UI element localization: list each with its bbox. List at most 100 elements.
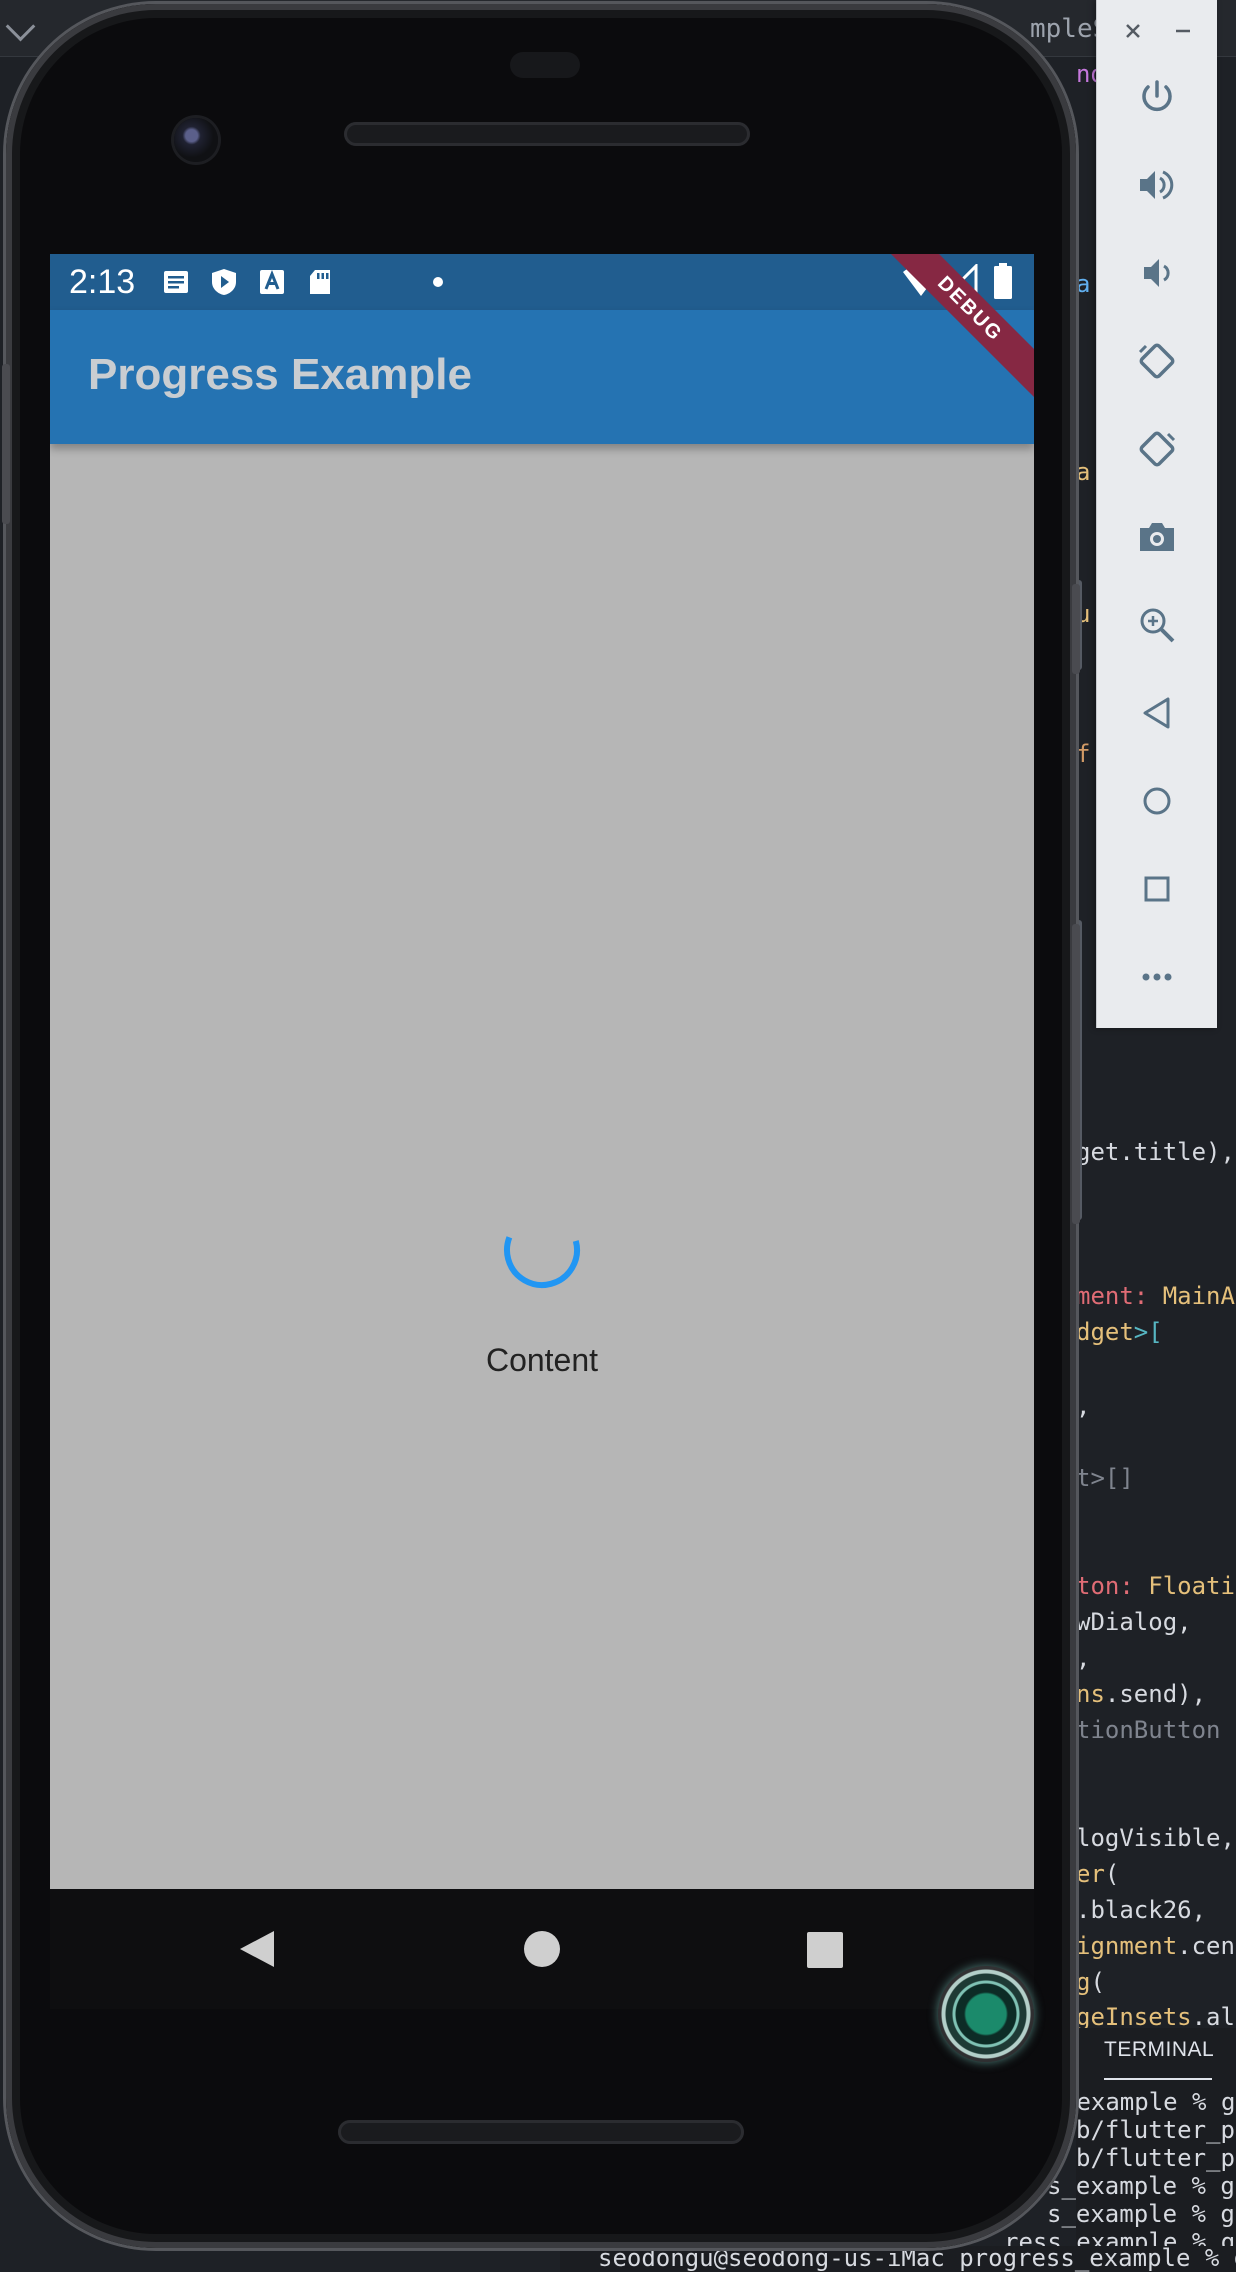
code-token: tionButton xyxy=(1076,1716,1221,1744)
code-line: ignment.cen xyxy=(1076,1932,1235,1960)
nav-back-button[interactable] xyxy=(186,1889,326,2009)
code-token: MainA xyxy=(1162,1282,1235,1310)
code-token: ns xyxy=(1076,1680,1105,1708)
code-line: tionButton xyxy=(1076,1716,1221,1744)
more-icon xyxy=(1142,973,1172,981)
code-token: f xyxy=(1076,740,1091,768)
minimize-icon[interactable] xyxy=(1168,16,1198,46)
toolbar-button-volume-down[interactable] xyxy=(1097,232,1217,312)
code-line: a xyxy=(1076,270,1090,298)
page-title: Progress Example xyxy=(88,350,472,399)
tab-terminal-underline xyxy=(1104,2078,1212,2080)
code-token: dget xyxy=(1076,1318,1134,1346)
phone-side-button xyxy=(2,364,10,524)
code-line: geInsets.al xyxy=(1076,2003,1235,2031)
bottom-speaker xyxy=(338,2120,744,2144)
code-token: >[ xyxy=(1133,1318,1163,1346)
zoom-icon xyxy=(1140,608,1175,643)
toolbar-button-more[interactable] xyxy=(1097,936,1217,1016)
status-bar: 2:13 xyxy=(50,254,1034,310)
tab-terminal[interactable]: TERMINAL xyxy=(1104,2038,1214,2062)
font-a-icon xyxy=(260,269,284,294)
home-icon xyxy=(1143,787,1171,815)
chevron-down-icon[interactable] xyxy=(5,11,36,42)
phone-screen: 2:13 Progress Example DEBUG Content xyxy=(50,254,1034,1889)
code-token: t>[] xyxy=(1076,1464,1134,1492)
code-line: er( xyxy=(1076,1860,1119,1888)
toolbar-button-power[interactable] xyxy=(1097,56,1217,136)
front-camera xyxy=(174,118,218,162)
battery-icon xyxy=(994,263,1012,299)
code-line: ment: MainA xyxy=(1076,1282,1235,1310)
camera-icon xyxy=(1140,523,1174,551)
power-icon xyxy=(1142,80,1172,112)
code-token: ton: xyxy=(1076,1572,1149,1600)
code-token: ( xyxy=(1104,1860,1120,1888)
code-line: t>[] xyxy=(1076,1464,1134,1492)
sd-card-icon xyxy=(310,270,330,294)
rotate-right-icon xyxy=(1139,431,1176,467)
home-icon xyxy=(524,1931,560,1967)
back-icon xyxy=(1143,697,1170,729)
toolbar-button-zoom[interactable] xyxy=(1097,584,1217,664)
code-token: logVisible, xyxy=(1076,1824,1235,1852)
code-token: , xyxy=(1076,1392,1091,1420)
system-nav-bar xyxy=(50,1889,1034,2009)
volume-down-icon xyxy=(1144,259,1170,287)
terminal-last-line: seodongu@seodong-us-iMac progress_exampl… xyxy=(598,2244,1236,2272)
code-line: get.title), xyxy=(1076,1138,1235,1166)
emulator-toolbar xyxy=(1096,0,1217,1028)
code-token: ment: xyxy=(1076,1282,1163,1310)
back-icon xyxy=(240,1931,274,1967)
code-line: .black26, xyxy=(1076,1896,1206,1924)
code-line: f xyxy=(1076,740,1090,768)
assistant-bubble-icon[interactable] xyxy=(938,1966,1034,2062)
content-area: Content xyxy=(50,444,1034,1889)
code-line: logVisible, xyxy=(1076,1824,1235,1852)
content-label: Content xyxy=(485,1342,599,1378)
phone-volume-button xyxy=(1072,924,1080,1224)
code-token: a xyxy=(1076,458,1091,486)
toolbar-button-home[interactable] xyxy=(1097,760,1217,840)
terminal-line: _example % gi xyxy=(1062,2088,1236,2116)
code-token: g xyxy=(1076,1968,1091,1996)
code-token: er xyxy=(1076,1860,1105,1888)
code-token: wDialog, xyxy=(1076,1608,1192,1636)
phone-power-button xyxy=(1072,584,1080,674)
toolbar-button-volume-up[interactable] xyxy=(1097,144,1217,224)
toolbar-button-back[interactable] xyxy=(1097,672,1217,752)
terminal-line: b/flutter_pr xyxy=(1076,2144,1236,2172)
code-line: , xyxy=(1076,1392,1090,1420)
code-token: , xyxy=(1076,1644,1091,1672)
proximity-sensor xyxy=(510,52,580,78)
progress-spinner xyxy=(504,1212,580,1288)
code-token: get.title), xyxy=(1076,1138,1235,1166)
earpiece-speaker xyxy=(344,122,750,146)
message-icon xyxy=(164,271,188,293)
code-token: ignment xyxy=(1076,1932,1178,1960)
toolbar-button-rotate-left[interactable] xyxy=(1097,320,1217,400)
terminal-line: s_example % gi xyxy=(1047,2200,1236,2228)
status-time: 2:13 xyxy=(69,263,136,301)
toolbar-button-overview[interactable] xyxy=(1097,848,1217,928)
code-line: ton: Floati xyxy=(1076,1572,1235,1600)
dot-icon xyxy=(433,277,443,287)
code-token: geInsets xyxy=(1076,2003,1192,2031)
code-token: .al xyxy=(1191,2003,1235,2031)
code-token: .send), xyxy=(1104,1680,1207,1708)
code-token: a xyxy=(1076,270,1091,298)
code-token: .black26, xyxy=(1076,1896,1207,1924)
nav-recents-button[interactable] xyxy=(754,1889,894,2009)
code-token: ( xyxy=(1090,1968,1105,1996)
close-icon[interactable] xyxy=(1118,16,1148,46)
code-line: dget>[ xyxy=(1076,1318,1163,1346)
app-bar: Progress Example xyxy=(50,310,1034,444)
toolbar-button-rotate-right[interactable] xyxy=(1097,408,1217,488)
terminal-line: b/flutter_pr xyxy=(1076,2116,1236,2144)
toolbar-button-camera[interactable] xyxy=(1097,496,1217,576)
nav-home-button[interactable] xyxy=(472,1889,612,2009)
code-line: a xyxy=(1076,458,1090,486)
code-token: .cen xyxy=(1177,1932,1235,1960)
code-line: g( xyxy=(1076,1968,1105,1996)
recents-icon xyxy=(807,1932,843,1968)
